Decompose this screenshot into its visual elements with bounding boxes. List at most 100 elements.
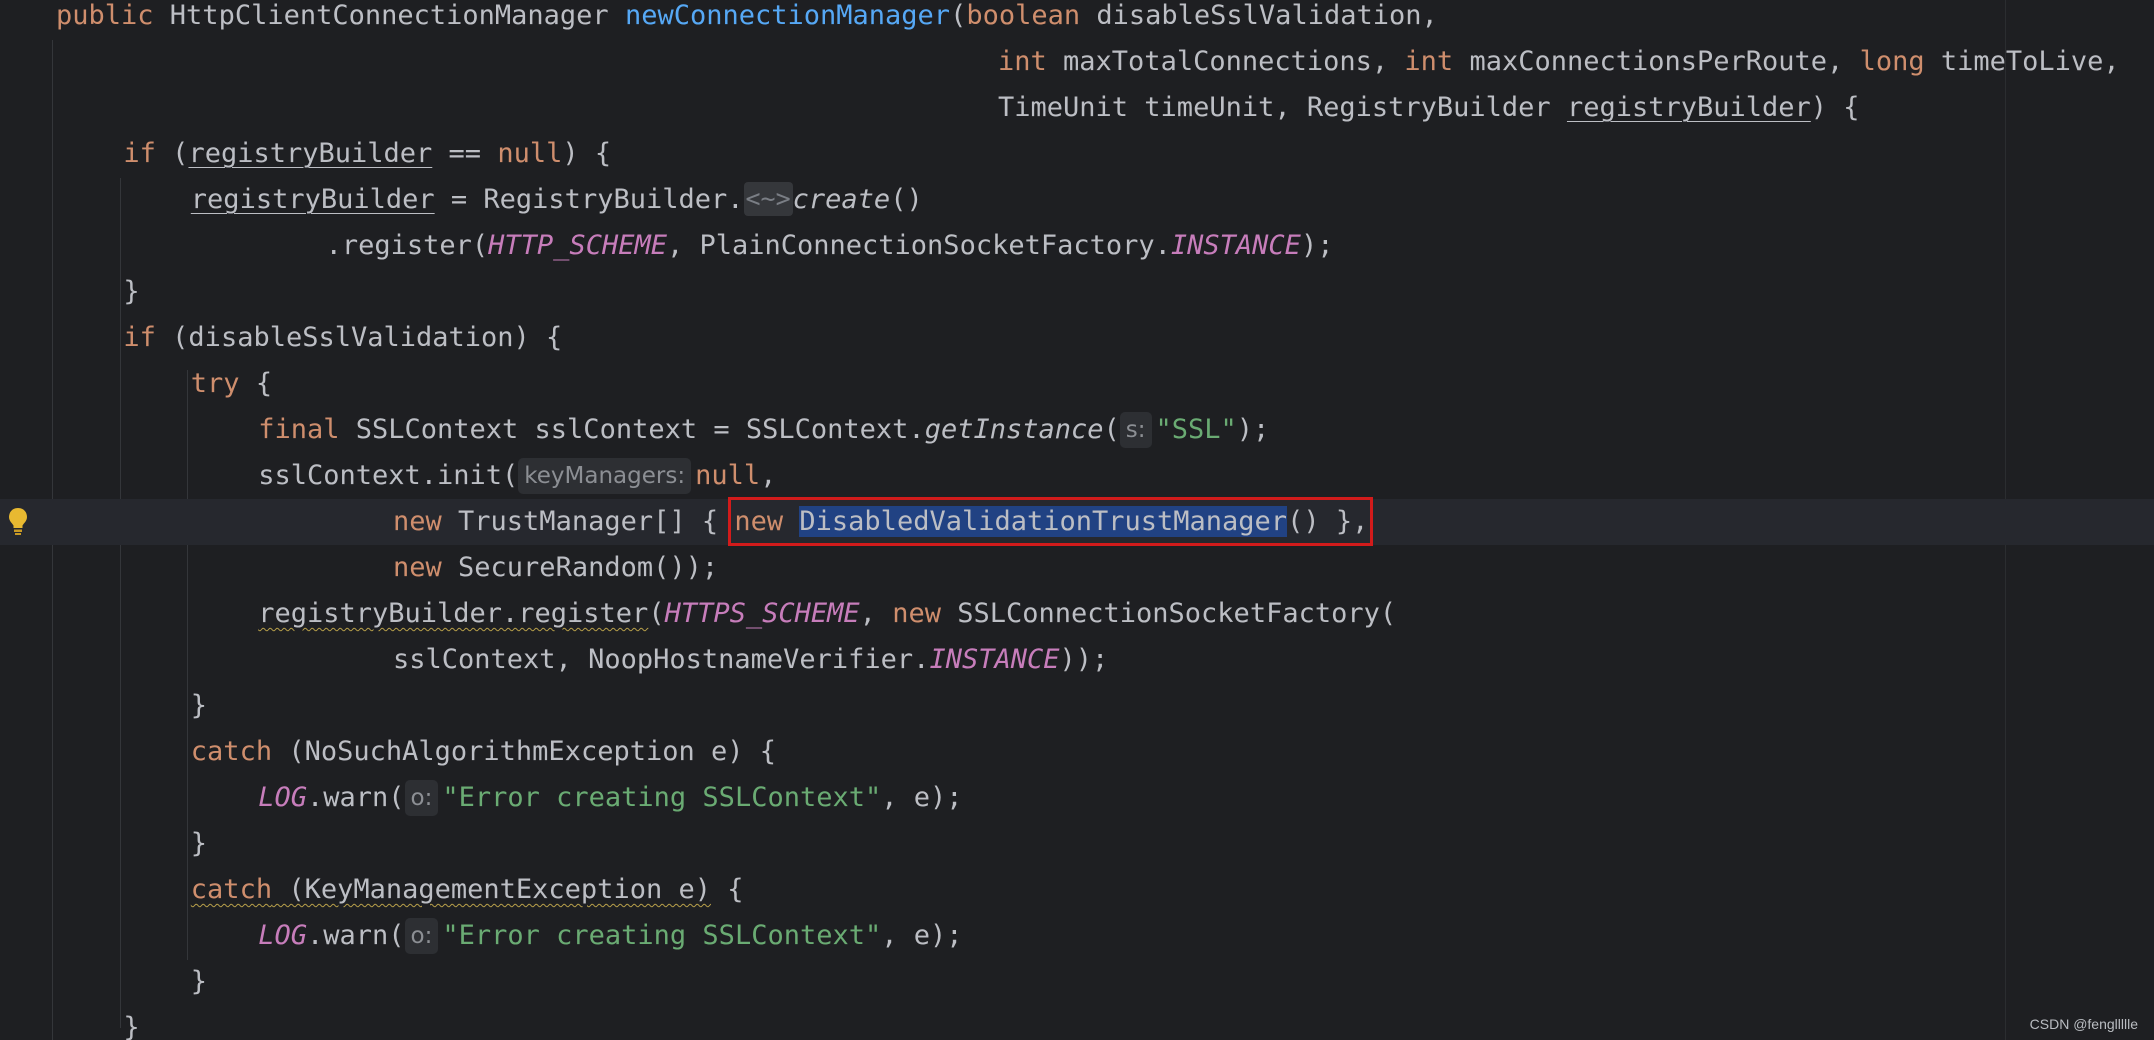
warning-token[interactable]: registryBuilder.register bbox=[258, 598, 648, 629]
code-line[interactable]: sslContext, NoopHostnameVerifier.INSTANC… bbox=[0, 637, 2154, 683]
parameter-hint: keyManagers: bbox=[518, 458, 692, 494]
code-token: maxConnectionsPerRoute, bbox=[1469, 46, 1860, 77]
code-token: getInstance bbox=[924, 414, 1104, 445]
code-line-text: } bbox=[123, 1005, 139, 1040]
code-line-text: } bbox=[191, 683, 207, 729]
code-token: SSLConnectionSocketFactory( bbox=[957, 598, 1397, 629]
code-token: HTTP_SCHEME bbox=[488, 230, 667, 261]
code-token: } bbox=[190, 690, 208, 721]
code-token: <~> bbox=[743, 182, 793, 216]
code-token: , bbox=[859, 598, 893, 629]
code-token: int bbox=[998, 46, 1064, 77]
code-line[interactable]: if (registryBuilder == null) { bbox=[0, 131, 2154, 177]
code-token: try bbox=[190, 368, 256, 399]
code-line-text: catch (KeyManagementException e) { bbox=[191, 867, 744, 913]
code-token: { bbox=[710, 874, 744, 905]
code-token: } bbox=[123, 276, 140, 307]
code-token: sslContext, NoopHostnameVerifier. bbox=[393, 644, 930, 675]
code-token: () bbox=[890, 184, 923, 215]
highlight-box bbox=[728, 497, 1373, 546]
code-token: ( bbox=[648, 598, 665, 629]
code-line[interactable]: } bbox=[0, 269, 2154, 315]
code-token: registryBuilder bbox=[188, 138, 433, 169]
code-token: ) { bbox=[562, 138, 612, 169]
code-line[interactable]: LOG.warn(o: "Error creating SSLContext", … bbox=[0, 775, 2154, 821]
code-token: == bbox=[432, 138, 498, 169]
code-token: (NoSuchAlgorithmException e) { bbox=[288, 736, 777, 767]
code-line[interactable]: } bbox=[0, 821, 2154, 867]
keyword-token: catch (KeyManagementException e) bbox=[190, 874, 711, 905]
code-token: sslContext.init( bbox=[258, 460, 519, 491]
code-line[interactable]: .register(HTTP_SCHEME, PlainConnectionSo… bbox=[0, 223, 2154, 269]
code-token: long bbox=[1859, 46, 1941, 77]
code-line[interactable]: int maxTotalConnections, int maxConnecti… bbox=[0, 39, 2154, 85]
code-line-text: try { bbox=[191, 361, 272, 407]
code-token: maxTotalConnections, bbox=[1063, 46, 1405, 77]
code-line-text: sslContext.init(keyManagers: null, bbox=[258, 453, 776, 499]
code-token: HttpClientConnectionManager bbox=[169, 0, 625, 31]
code-token: , bbox=[760, 460, 777, 491]
code-line-text: } bbox=[123, 269, 139, 315]
code-token: .warn( bbox=[306, 782, 405, 813]
code-line-text: } bbox=[191, 821, 207, 867]
code-token: HTTPS_SCHEME bbox=[664, 598, 860, 629]
code-line-text: } bbox=[191, 959, 207, 1005]
code-line-text: if (registryBuilder == null) { bbox=[123, 131, 611, 177]
code-token: } bbox=[190, 828, 208, 859]
code-token: } bbox=[123, 1012, 140, 1040]
parameter-hint: o: bbox=[404, 918, 439, 954]
code-line-text: LOG.warn(o: "Error creating SSLContext", … bbox=[258, 913, 963, 959]
code-line[interactable]: registryBuilder.register(HTTPS_SCHEME, n… bbox=[0, 591, 2154, 637]
code-token: LOG bbox=[258, 782, 307, 813]
code-line[interactable]: final SSLContext sslContext = SSLContext… bbox=[0, 407, 2154, 453]
parameter-hint: o: bbox=[404, 780, 439, 816]
code-line[interactable]: LOG.warn(o: "Error creating SSLContext", … bbox=[0, 913, 2154, 959]
code-token: "Error creating SSLContext" bbox=[442, 920, 882, 951]
code-line-text: int maxTotalConnections, int maxConnecti… bbox=[998, 39, 2120, 85]
code-token: timeToLive, bbox=[1940, 46, 2120, 77]
code-token: ( bbox=[950, 0, 967, 31]
code-token: = RegistryBuilder. bbox=[434, 184, 744, 215]
code-line[interactable]: sslContext.init(keyManagers: null, bbox=[0, 453, 2154, 499]
warning-token[interactable]: catch (KeyManagementException e) bbox=[191, 874, 711, 905]
code-line[interactable]: try { bbox=[0, 361, 2154, 407]
code-line-text: new SecureRandom()); bbox=[393, 545, 718, 591]
code-line-text: LOG.warn(o: "Error creating SSLContext", … bbox=[258, 775, 963, 821]
code-token: disableSslValidation, bbox=[1096, 0, 1438, 31]
code-line[interactable]: } bbox=[0, 683, 2154, 729]
code-token: LOG bbox=[258, 920, 307, 951]
code-token: ( bbox=[172, 138, 189, 169]
code-line[interactable]: public HttpClientConnectionManager newCo… bbox=[0, 0, 2154, 39]
code-token: , e); bbox=[881, 920, 963, 951]
code-line-text: .register(HTTP_SCHEME, PlainConnectionSo… bbox=[326, 223, 1334, 269]
code-token: INSTANCE bbox=[929, 644, 1060, 675]
code-token: null bbox=[695, 460, 761, 491]
code-token: .warn( bbox=[306, 920, 405, 951]
code-line[interactable]: registryBuilder = RegistryBuilder.<~>cre… bbox=[0, 177, 2154, 223]
code-editor[interactable]: public HttpClientConnectionManager newCo… bbox=[0, 0, 2154, 1040]
code-token: boolean bbox=[966, 0, 1097, 31]
code-token: TrustManager[] { bbox=[458, 506, 735, 537]
code-token: int bbox=[1404, 46, 1470, 77]
code-line[interactable]: TimeUnit timeUnit, RegistryBuilder regis… bbox=[0, 85, 2154, 131]
code-line[interactable]: } bbox=[0, 959, 2154, 1005]
code-token: SSLContext sslContext = SSLContext. bbox=[355, 414, 925, 445]
code-line[interactable]: if (disableSslValidation) { bbox=[0, 315, 2154, 361]
code-line[interactable]: } bbox=[0, 1005, 2154, 1040]
code-line[interactable]: catch (NoSuchAlgorithmException e) { bbox=[0, 729, 2154, 775]
code-token: TimeUnit timeUnit, RegistryBuilder bbox=[998, 92, 1567, 123]
code-token: { bbox=[255, 368, 273, 399]
code-line-text: registryBuilder.register(HTTPS_SCHEME, n… bbox=[258, 591, 1396, 637]
code-token: "Error creating SSLContext" bbox=[442, 782, 882, 813]
code-line[interactable]: catch (KeyManagementException e) { bbox=[0, 867, 2154, 913]
code-token: newConnectionManager bbox=[624, 0, 951, 31]
code-line[interactable]: new SecureRandom()); bbox=[0, 545, 2154, 591]
code-line-text: registryBuilder = RegistryBuilder.<~>cre… bbox=[191, 177, 923, 223]
code-token: registryBuilder bbox=[190, 184, 435, 215]
code-token: create bbox=[792, 184, 891, 215]
watermark: CSDN @fengllllle bbox=[2029, 1016, 2138, 1032]
code-token: if bbox=[123, 138, 173, 169]
lightbulb-icon[interactable] bbox=[8, 506, 28, 536]
code-line-text: if (disableSslValidation) { bbox=[123, 315, 562, 361]
code-line-text: final SSLContext sslContext = SSLContext… bbox=[258, 407, 1269, 453]
